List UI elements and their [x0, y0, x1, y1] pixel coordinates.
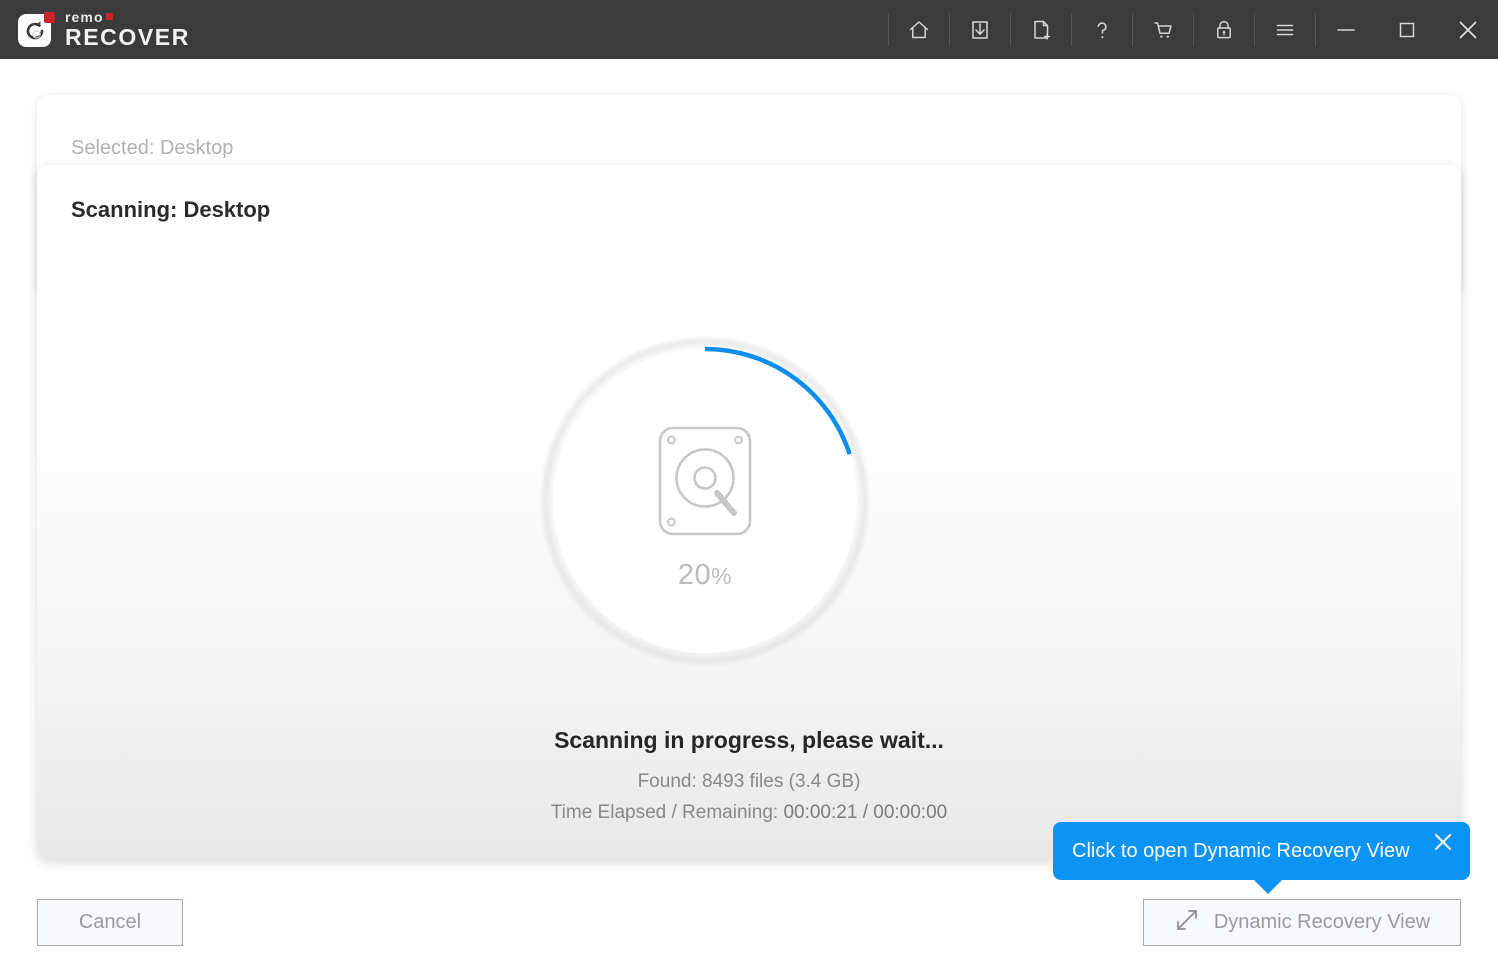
tooltip-close-icon[interactable]	[1430, 829, 1456, 855]
scan-time-label: Time Elapsed / Remaining:	[550, 802, 779, 823]
scanning-card: Scanning: Desktop 20% Scanning in progre…	[37, 165, 1461, 860]
scan-found-count: Found: 8493 files (3.4 GB)	[637, 771, 861, 792]
cancel-button-label: Cancel	[78, 911, 142, 933]
scan-progress-circle: 20%	[525, 321, 885, 681]
title-bar: remo RECOVER	[0, 0, 1498, 59]
minimize-icon[interactable]	[1315, 0, 1376, 59]
brand-dot-icon	[105, 12, 113, 20]
home-icon[interactable]	[888, 0, 949, 59]
tooltip-tail	[1253, 879, 1283, 894]
help-icon[interactable]	[1071, 0, 1132, 59]
new-file-icon[interactable]	[1010, 0, 1071, 59]
lock-icon[interactable]	[1193, 0, 1254, 59]
page-title: Scanning: Desktop	[71, 197, 271, 222]
selected-source-label: Selected: Desktop	[71, 137, 234, 159]
tooltip-text: Click to open Dynamic Recovery View	[1072, 839, 1410, 862]
dynamic-recovery-tooltip[interactable]: Click to open Dynamic Recovery View	[1053, 822, 1470, 894]
cancel-button[interactable]: Cancel	[37, 899, 183, 946]
brand-name-large: RECOVER	[65, 24, 190, 50]
scan-status-headline: Scanning in progress, please wait...	[554, 727, 944, 753]
app-body: Selected: Desktop Scanning: Desktop 20% …	[0, 59, 1498, 977]
cart-icon[interactable]	[1132, 0, 1193, 59]
progress-percent-value: 20	[677, 559, 712, 591]
maximize-icon[interactable]	[1376, 0, 1437, 59]
app-logo: remo RECOVER	[18, 8, 190, 52]
progress-percent-unit: %	[711, 563, 733, 589]
expand-diagonal-icon	[1174, 907, 1200, 939]
scan-time-row: Time Elapsed / Remaining: 00:00:21 / 00:…	[37, 802, 1461, 824]
titlebar-button-group	[888, 0, 1498, 59]
scan-time-value: 00:00:21 / 00:00:00	[783, 802, 948, 823]
menu-icon[interactable]	[1254, 0, 1315, 59]
dynamic-recovery-view-button[interactable]: Dynamic Recovery View	[1143, 899, 1461, 946]
logo-mark-icon	[18, 11, 56, 49]
progress-percent: 20%	[525, 559, 885, 592]
dynamic-recovery-view-label: Dynamic Recovery View	[1213, 911, 1431, 933]
brand-name-small: remo	[65, 9, 104, 25]
close-icon[interactable]	[1437, 0, 1498, 59]
save-session-icon[interactable]	[949, 0, 1010, 59]
